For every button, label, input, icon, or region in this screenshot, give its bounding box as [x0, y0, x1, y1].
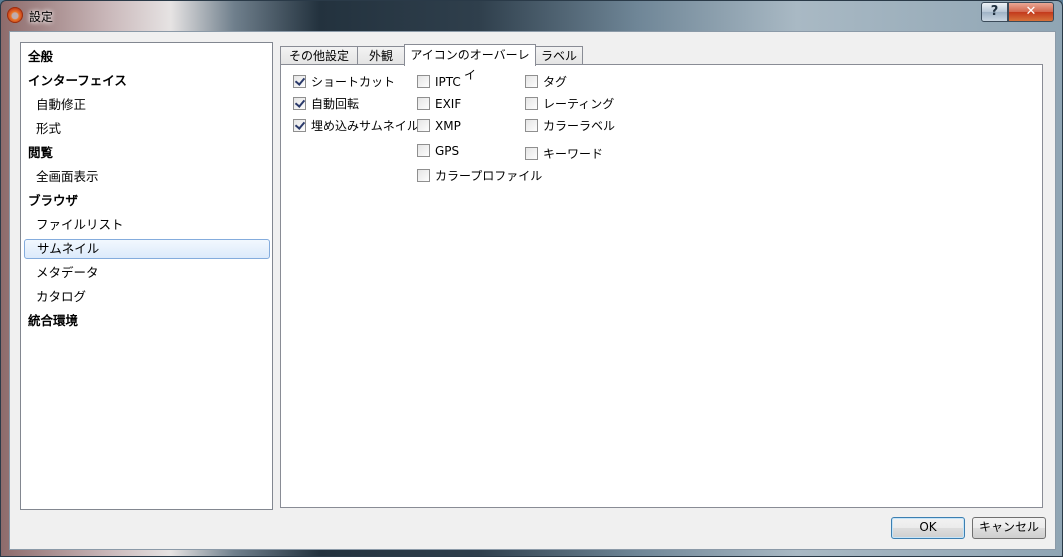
ok-button[interactable]: OK: [891, 517, 965, 539]
checkbox-icon[interactable]: [417, 144, 430, 157]
checkbox-icon[interactable]: [417, 119, 430, 132]
sidebar-item-format[interactable]: 形式: [24, 119, 268, 139]
checkbox-icon[interactable]: [293, 119, 306, 132]
sidebar-item-autocorrect[interactable]: 自動修正: [24, 95, 268, 115]
checkbox-icon[interactable]: [417, 75, 430, 88]
checkbox-shortcut[interactable]: ショートカット: [293, 74, 395, 90]
sidebar-item-integration[interactable]: 統合環境: [24, 311, 268, 331]
window-title: 設定: [29, 10, 54, 24]
checkbox-icon[interactable]: [525, 75, 538, 88]
sidebar-item-catalog[interactable]: カタログ: [24, 287, 268, 307]
checkbox-color-profile[interactable]: カラープロファイル: [417, 168, 542, 184]
category-tree[interactable]: 全般 インターフェイス 自動修正 形式 閲覧 全画面表示 ブラウザ ファイルリス…: [20, 42, 273, 510]
checkbox-keywords[interactable]: キーワード: [525, 146, 603, 162]
checkbox-rating[interactable]: レーティング: [525, 96, 614, 112]
sidebar-item-interface[interactable]: インターフェイス: [24, 71, 268, 91]
icon-overlay-panel: ショートカット 自動回転 埋め込みサムネイル IPTC EXIF XMP GPS…: [280, 64, 1043, 508]
checkbox-icon[interactable]: [293, 75, 306, 88]
checkbox-icon[interactable]: [525, 119, 538, 132]
sidebar-item-thumbnail[interactable]: サムネイル: [24, 239, 270, 259]
checkbox-icon[interactable]: [525, 97, 538, 110]
tab-labels[interactable]: ラベル: [535, 46, 583, 65]
sidebar-item-metadata[interactable]: メタデータ: [24, 263, 268, 283]
checkbox-embedded-thumbnail[interactable]: 埋め込みサムネイル: [293, 118, 419, 134]
sidebar-item-fullscreen[interactable]: 全画面表示: [24, 167, 268, 187]
checkbox-icon[interactable]: [293, 97, 306, 110]
checkbox-iptc[interactable]: IPTC: [417, 74, 461, 90]
sidebar-item-viewing[interactable]: 閲覧: [24, 143, 268, 163]
checkbox-exif[interactable]: EXIF: [417, 96, 461, 112]
app-logo-icon: [7, 7, 23, 23]
settings-window: 設定 ? ✕ 全般 インターフェイス 自動修正 形式 閲覧 全画面表示 ブラウザ…: [0, 0, 1063, 557]
tab-icon-overlay[interactable]: アイコンのオーバーレイ: [404, 44, 536, 82]
sidebar-item-filelist[interactable]: ファイルリスト: [24, 215, 268, 235]
help-button[interactable]: ?: [981, 2, 1008, 22]
sidebar-item-browser[interactable]: ブラウザ: [24, 191, 268, 211]
checkbox-xmp[interactable]: XMP: [417, 118, 461, 134]
title-bar[interactable]: 設定 ? ✕: [1, 1, 1062, 31]
sidebar-item-general[interactable]: 全般: [24, 47, 268, 67]
tab-other-settings[interactable]: その他設定: [280, 46, 358, 65]
cancel-button[interactable]: キャンセル: [972, 517, 1046, 539]
checkbox-auto-rotate[interactable]: 自動回転: [293, 96, 359, 112]
checkbox-tags[interactable]: タグ: [525, 74, 567, 90]
checkbox-color-label[interactable]: カラーラベル: [525, 118, 615, 134]
checkbox-icon[interactable]: [417, 169, 430, 182]
tab-appearance[interactable]: 外観: [357, 46, 405, 65]
checkbox-icon[interactable]: [525, 147, 538, 160]
close-button[interactable]: ✕: [1008, 2, 1054, 22]
checkbox-gps[interactable]: GPS: [417, 143, 459, 159]
checkbox-icon[interactable]: [417, 97, 430, 110]
dialog-body: 全般 インターフェイス 自動修正 形式 閲覧 全画面表示 ブラウザ ファイルリス…: [9, 31, 1056, 550]
